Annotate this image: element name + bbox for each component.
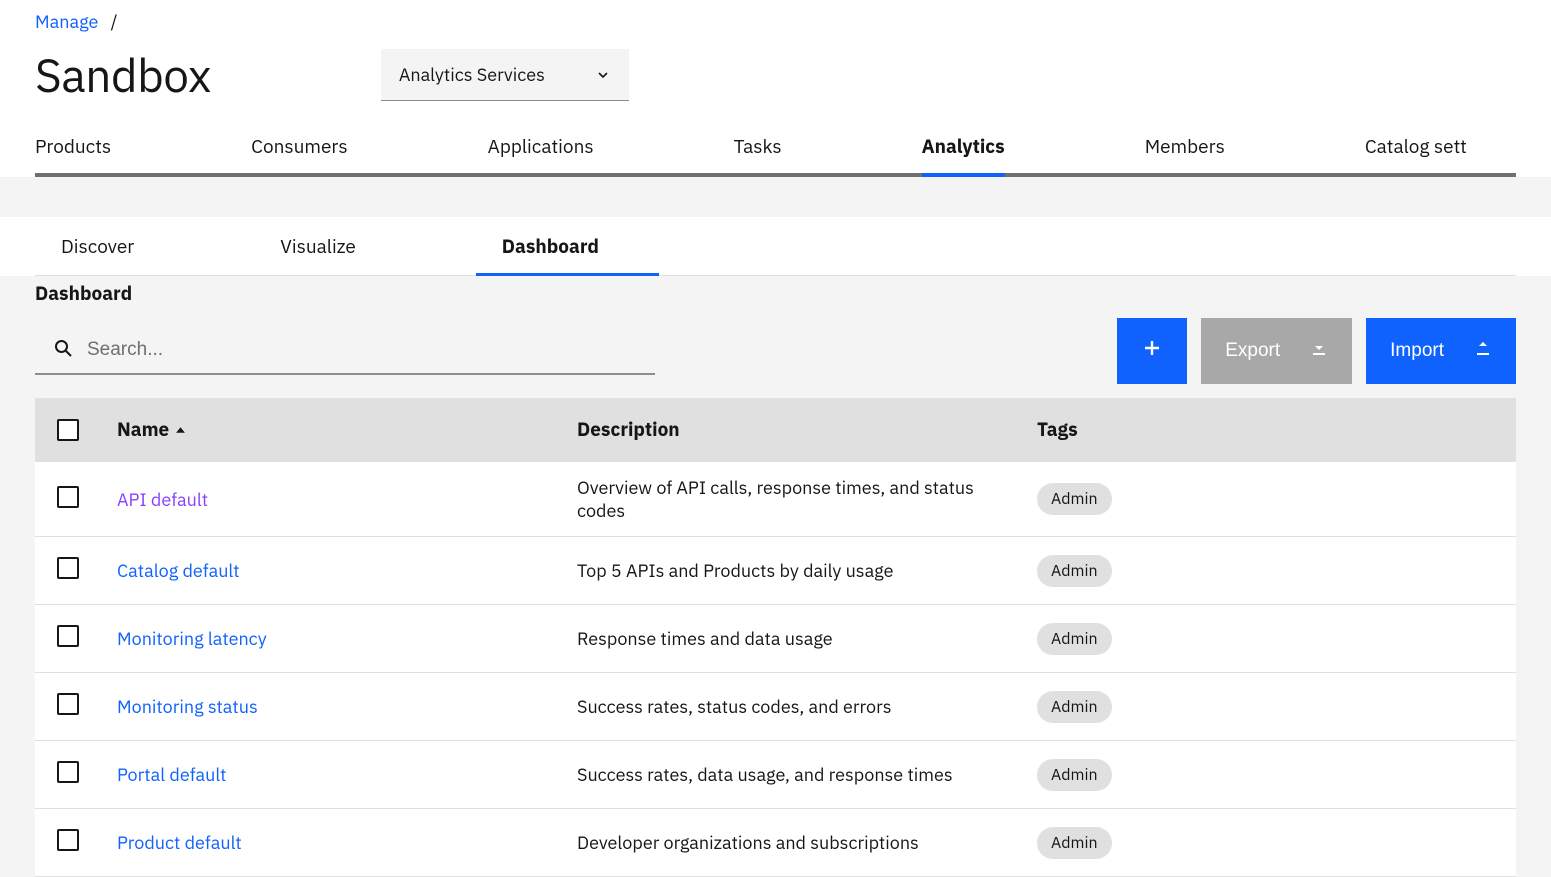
table-row: Monitoring status Success rates, status c… bbox=[35, 673, 1516, 741]
table-row: Portal default Success rates, data usage,… bbox=[35, 741, 1516, 809]
dashboard-description: Developer organizations and subscription… bbox=[577, 831, 1037, 854]
breadcrumb: Manage / bbox=[35, 0, 1516, 33]
column-header-tags-label: Tags bbox=[1037, 418, 1078, 442]
dashboard-link[interactable]: Portal default bbox=[117, 763, 227, 786]
row-checkbox[interactable] bbox=[57, 557, 79, 579]
tag-badge: Admin bbox=[1037, 759, 1112, 791]
search-field[interactable] bbox=[35, 328, 655, 375]
primary-tabs: Products Consumers Applications Tasks Analyt… bbox=[35, 135, 1516, 177]
subtab-visualize[interactable]: Visualize bbox=[280, 235, 356, 275]
row-checkbox[interactable] bbox=[57, 625, 79, 647]
import-button[interactable]: Import bbox=[1366, 318, 1516, 384]
tab-consumers[interactable]: Consumers bbox=[251, 135, 348, 173]
plus-icon bbox=[1142, 338, 1162, 364]
dashboard-link[interactable]: API default bbox=[117, 488, 208, 511]
dashboard-description: Success rates, status codes, and errors bbox=[577, 695, 1037, 718]
section-heading: Dashboard bbox=[35, 276, 1516, 312]
tag-badge: Admin bbox=[1037, 691, 1112, 723]
dashboard-description: Top 5 APIs and Products by daily usage bbox=[577, 559, 1037, 582]
subtab-dashboard[interactable]: Dashboard bbox=[502, 235, 599, 275]
tag-badge: Admin bbox=[1037, 827, 1112, 859]
upload-icon bbox=[1474, 339, 1492, 363]
table-row: Catalog default Top 5 APIs and Products b… bbox=[35, 537, 1516, 605]
download-icon bbox=[1310, 339, 1328, 363]
row-checkbox[interactable] bbox=[57, 486, 79, 508]
row-checkbox[interactable] bbox=[57, 829, 79, 851]
service-dropdown-label: Analytics Services bbox=[399, 63, 545, 86]
row-checkbox[interactable] bbox=[57, 761, 79, 783]
row-checkbox[interactable] bbox=[57, 693, 79, 715]
tab-applications[interactable]: Applications bbox=[488, 135, 594, 173]
dashboard-link[interactable]: Product default bbox=[117, 831, 242, 854]
select-all-checkbox[interactable] bbox=[57, 419, 79, 441]
column-header-description[interactable]: Description bbox=[577, 418, 1037, 442]
column-header-name[interactable]: Name bbox=[117, 418, 577, 442]
page-title: Sandbox bbox=[35, 45, 211, 105]
search-input[interactable] bbox=[87, 339, 651, 361]
table-row: API default Overview of API calls, respon… bbox=[35, 462, 1516, 537]
tag-badge: Admin bbox=[1037, 623, 1112, 655]
dashboard-table: Name Description Tags API default Overvie… bbox=[35, 398, 1516, 877]
column-header-name-label: Name bbox=[117, 418, 169, 442]
export-button[interactable]: Export bbox=[1201, 318, 1352, 384]
tab-tasks[interactable]: Tasks bbox=[734, 135, 782, 173]
export-button-label: Export bbox=[1225, 340, 1280, 362]
dashboard-description: Success rates, data usage, and response … bbox=[577, 763, 1037, 786]
tag-badge: Admin bbox=[1037, 555, 1112, 587]
tab-catalog-sett[interactable]: Catalog sett bbox=[1365, 135, 1467, 173]
tag-badge: Admin bbox=[1037, 483, 1112, 515]
column-header-description-label: Description bbox=[577, 418, 680, 442]
chevron-down-icon bbox=[595, 67, 611, 83]
sort-ascending-icon bbox=[175, 425, 186, 436]
tab-members[interactable]: Members bbox=[1145, 135, 1225, 173]
breadcrumb-separator: / bbox=[111, 10, 118, 33]
table-row: Product default Developer organizations a… bbox=[35, 809, 1516, 877]
dashboard-link[interactable]: Catalog default bbox=[117, 559, 240, 582]
dashboard-description: Response times and data usage bbox=[577, 627, 1037, 650]
dashboard-description: Overview of API calls, response times, a… bbox=[577, 476, 1037, 522]
toolbar: Export Import bbox=[35, 312, 1516, 394]
tab-analytics[interactable]: Analytics bbox=[922, 135, 1005, 173]
column-header-tags[interactable]: Tags bbox=[1037, 418, 1516, 442]
breadcrumb-parent-link[interactable]: Manage bbox=[35, 10, 98, 33]
secondary-tabs: Discover Visualize Dashboard bbox=[35, 217, 1516, 276]
search-icon bbox=[53, 338, 73, 363]
table-row: Monitoring latency Response times and dat… bbox=[35, 605, 1516, 673]
subtab-discover[interactable]: Discover bbox=[61, 235, 134, 275]
tab-products[interactable]: Products bbox=[35, 135, 111, 173]
add-button[interactable] bbox=[1117, 318, 1187, 384]
dashboard-link[interactable]: Monitoring status bbox=[117, 695, 258, 718]
dashboard-link[interactable]: Monitoring latency bbox=[117, 627, 267, 650]
service-dropdown[interactable]: Analytics Services bbox=[381, 49, 629, 101]
import-button-label: Import bbox=[1390, 340, 1444, 362]
table-header-row: Name Description Tags bbox=[35, 398, 1516, 462]
